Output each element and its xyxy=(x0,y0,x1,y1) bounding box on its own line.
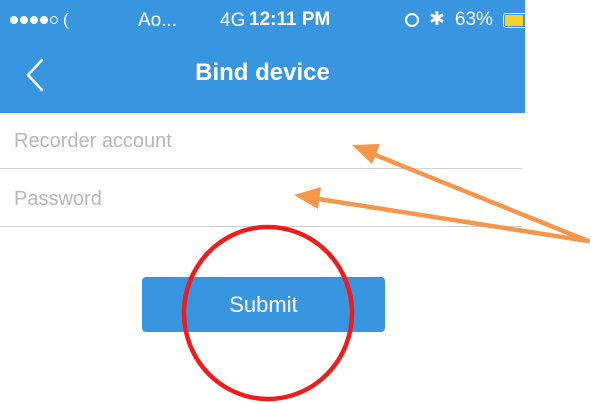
app-header: ( Аo... 4G 12:11 PM ✱ 63% Bind device xyxy=(0,0,539,113)
password-field[interactable] xyxy=(0,171,522,227)
bluetooth-icon: ✱ xyxy=(429,9,445,30)
alarm-icon xyxy=(405,13,419,27)
status-bar: ( Аo... 4G 12:11 PM ✱ 63% xyxy=(0,0,539,40)
battery-fill xyxy=(504,14,523,26)
bind-device-screen: ( Аo... 4G 12:11 PM ✱ 63% Bind device Re… xyxy=(0,0,590,403)
carrier-name: Аo... xyxy=(138,10,178,31)
carrier-text: ( xyxy=(63,10,69,29)
status-right-group: ✱ 63% xyxy=(405,9,539,31)
signal-dots-icon xyxy=(10,16,58,24)
network-type: 4G xyxy=(220,10,246,31)
signal-group: ( xyxy=(10,10,69,30)
recorder-account-field[interactable] xyxy=(0,113,522,169)
battery-percent: 63% xyxy=(454,9,493,30)
recorder-account-input[interactable] xyxy=(14,113,509,169)
status-time: 12:11 PM xyxy=(249,9,331,30)
battery-icon xyxy=(502,12,539,28)
password-input[interactable] xyxy=(14,171,509,227)
submit-button[interactable]: Submit xyxy=(142,277,385,332)
page-title: Bind device xyxy=(195,59,330,86)
